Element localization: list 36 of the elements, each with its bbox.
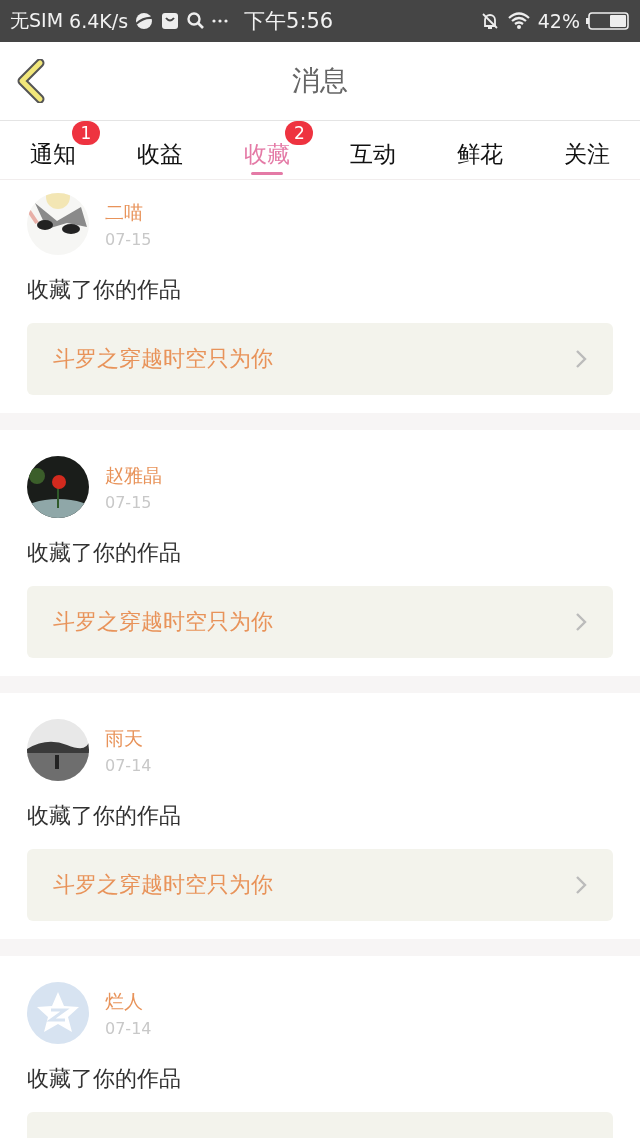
- battery-percent: 42%: [537, 10, 580, 32]
- clock-text: 下午5:56: [244, 8, 334, 35]
- carrier-text: 无SIM: [10, 8, 64, 33]
- tab[interactable]: 通知 1: [0, 121, 107, 179]
- work-link[interactable]: 斗罗之穿越时空只为你: [27, 586, 613, 658]
- chevron-right-icon: [575, 349, 587, 369]
- tab[interactable]: 互动: [320, 121, 427, 179]
- page-title: 消息: [292, 63, 348, 99]
- tab[interactable]: 收藏 2: [213, 121, 320, 179]
- tab[interactable]: 收益: [106, 121, 214, 179]
- count-badge: 1: [72, 121, 100, 145]
- user-name[interactable]: 烂人: [105, 988, 152, 1015]
- message-text: 收藏了你的作品: [27, 802, 182, 830]
- planet-icon: [134, 11, 155, 31]
- work-title: 斗罗之穿越时空只为你: [53, 345, 273, 373]
- tab[interactable]: 鲜花: [426, 121, 534, 179]
- user-name[interactable]: 雨天: [105, 725, 152, 752]
- message-text: 收藏了你的作品: [27, 276, 182, 304]
- message-text: 收藏了你的作品: [27, 539, 182, 567]
- chevron-right-icon: [575, 612, 587, 632]
- bag-icon: [160, 11, 181, 31]
- muted-bell-icon: [479, 11, 500, 31]
- work-title: 斗罗之穿越时空只为你: [53, 871, 273, 899]
- work-link[interactable]: 斗罗之穿越时空只为你: [27, 849, 613, 921]
- work-link[interactable]: 斗罗之穿越时空只为你: [27, 323, 613, 395]
- chevron-right-icon: [575, 875, 587, 895]
- user-name[interactable]: 赵雅晶: [105, 462, 162, 489]
- more-icon: [212, 19, 229, 23]
- network-speed: 6.4K/s: [69, 10, 129, 32]
- tab[interactable]: 关注: [533, 121, 640, 179]
- message-text: 收藏了你的作品: [27, 1065, 182, 1093]
- battery-icon: [586, 11, 630, 31]
- user-name[interactable]: 二喵: [105, 199, 152, 226]
- work-title: 斗罗之穿越时空只为你: [53, 608, 273, 636]
- count-badge: 2: [285, 121, 314, 145]
- back-button[interactable]: [16, 59, 46, 103]
